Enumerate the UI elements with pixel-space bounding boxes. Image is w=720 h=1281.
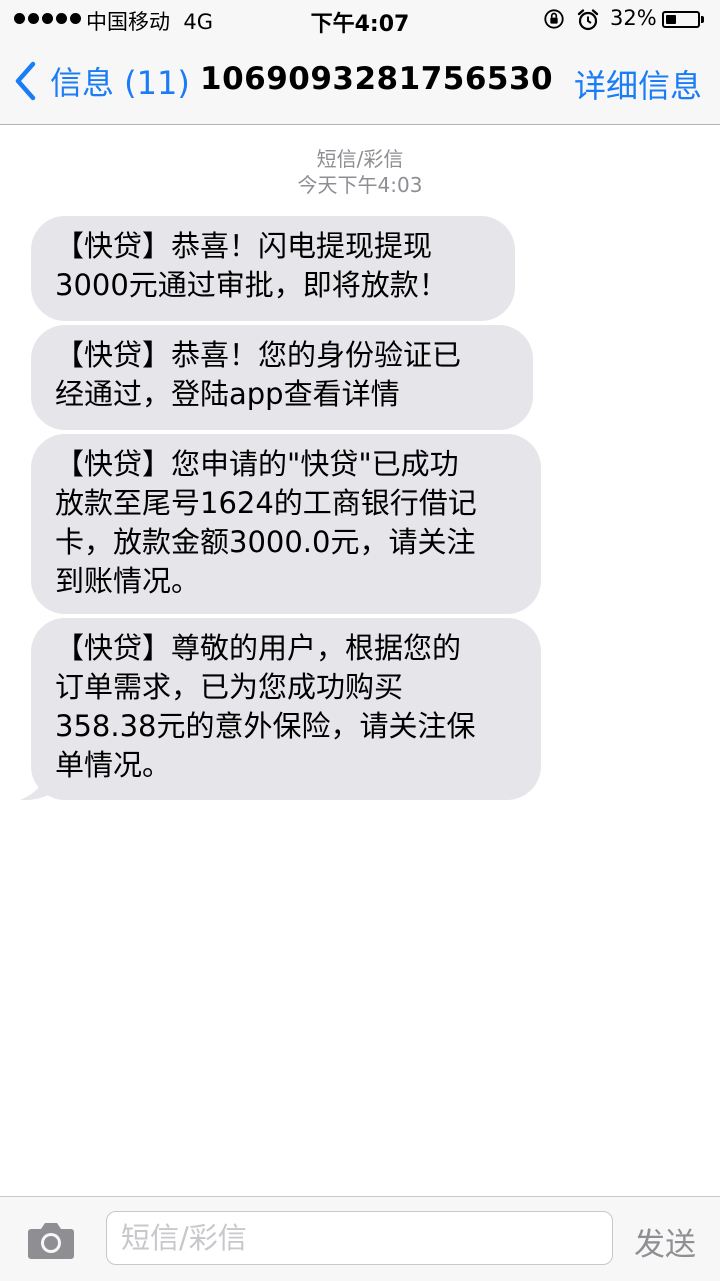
camera-icon[interactable] — [27, 1220, 75, 1260]
status-bar: 中国移动 4G 下午4:07 32% — [0, 0, 720, 40]
battery-tip — [701, 16, 704, 23]
alarm-icon — [577, 9, 599, 31]
message-bubble[interactable]: 【快贷】您申请的"快贷"已成功 放款至尾号1624的工商银行借记 卡，放款金额3… — [31, 434, 541, 614]
message-bubble[interactable]: 【快贷】尊敬的用户，根据您的 订单需求，已为您成功购买 358.38元的意外保险… — [31, 618, 541, 800]
rotation-lock-icon — [544, 9, 564, 29]
back-label: 信息 (11) — [50, 64, 190, 102]
nav-bar: 信息 (11) 1069093281756530 详细信息 — [0, 40, 720, 125]
send-button[interactable]: 发送 — [634, 1219, 696, 1264]
bubble-tail — [20, 760, 60, 801]
battery-percent: 32% — [610, 6, 657, 30]
conversation-title: 1069093281756530 — [200, 61, 554, 97]
message-bubble[interactable]: 【快贷】恭喜！闪电提现提现 3000元通过审批，即将放款！ — [31, 216, 515, 321]
input-bar: 发送 — [0, 1196, 720, 1281]
details-button[interactable]: 详细信息 — [574, 61, 702, 107]
message-type-label: 短信/彩信 — [316, 147, 404, 171]
back-button[interactable]: 信息 (11) — [14, 56, 190, 106]
battery-icon — [662, 11, 700, 28]
message-bubble[interactable]: 【快贷】恭喜！您的身份验证已 经通过，登陆app查看详情 — [31, 325, 533, 430]
chevron-left-icon — [15, 61, 36, 101]
message-timestamp: 今天下午4:03 — [297, 173, 423, 197]
message-input[interactable] — [106, 1211, 613, 1265]
